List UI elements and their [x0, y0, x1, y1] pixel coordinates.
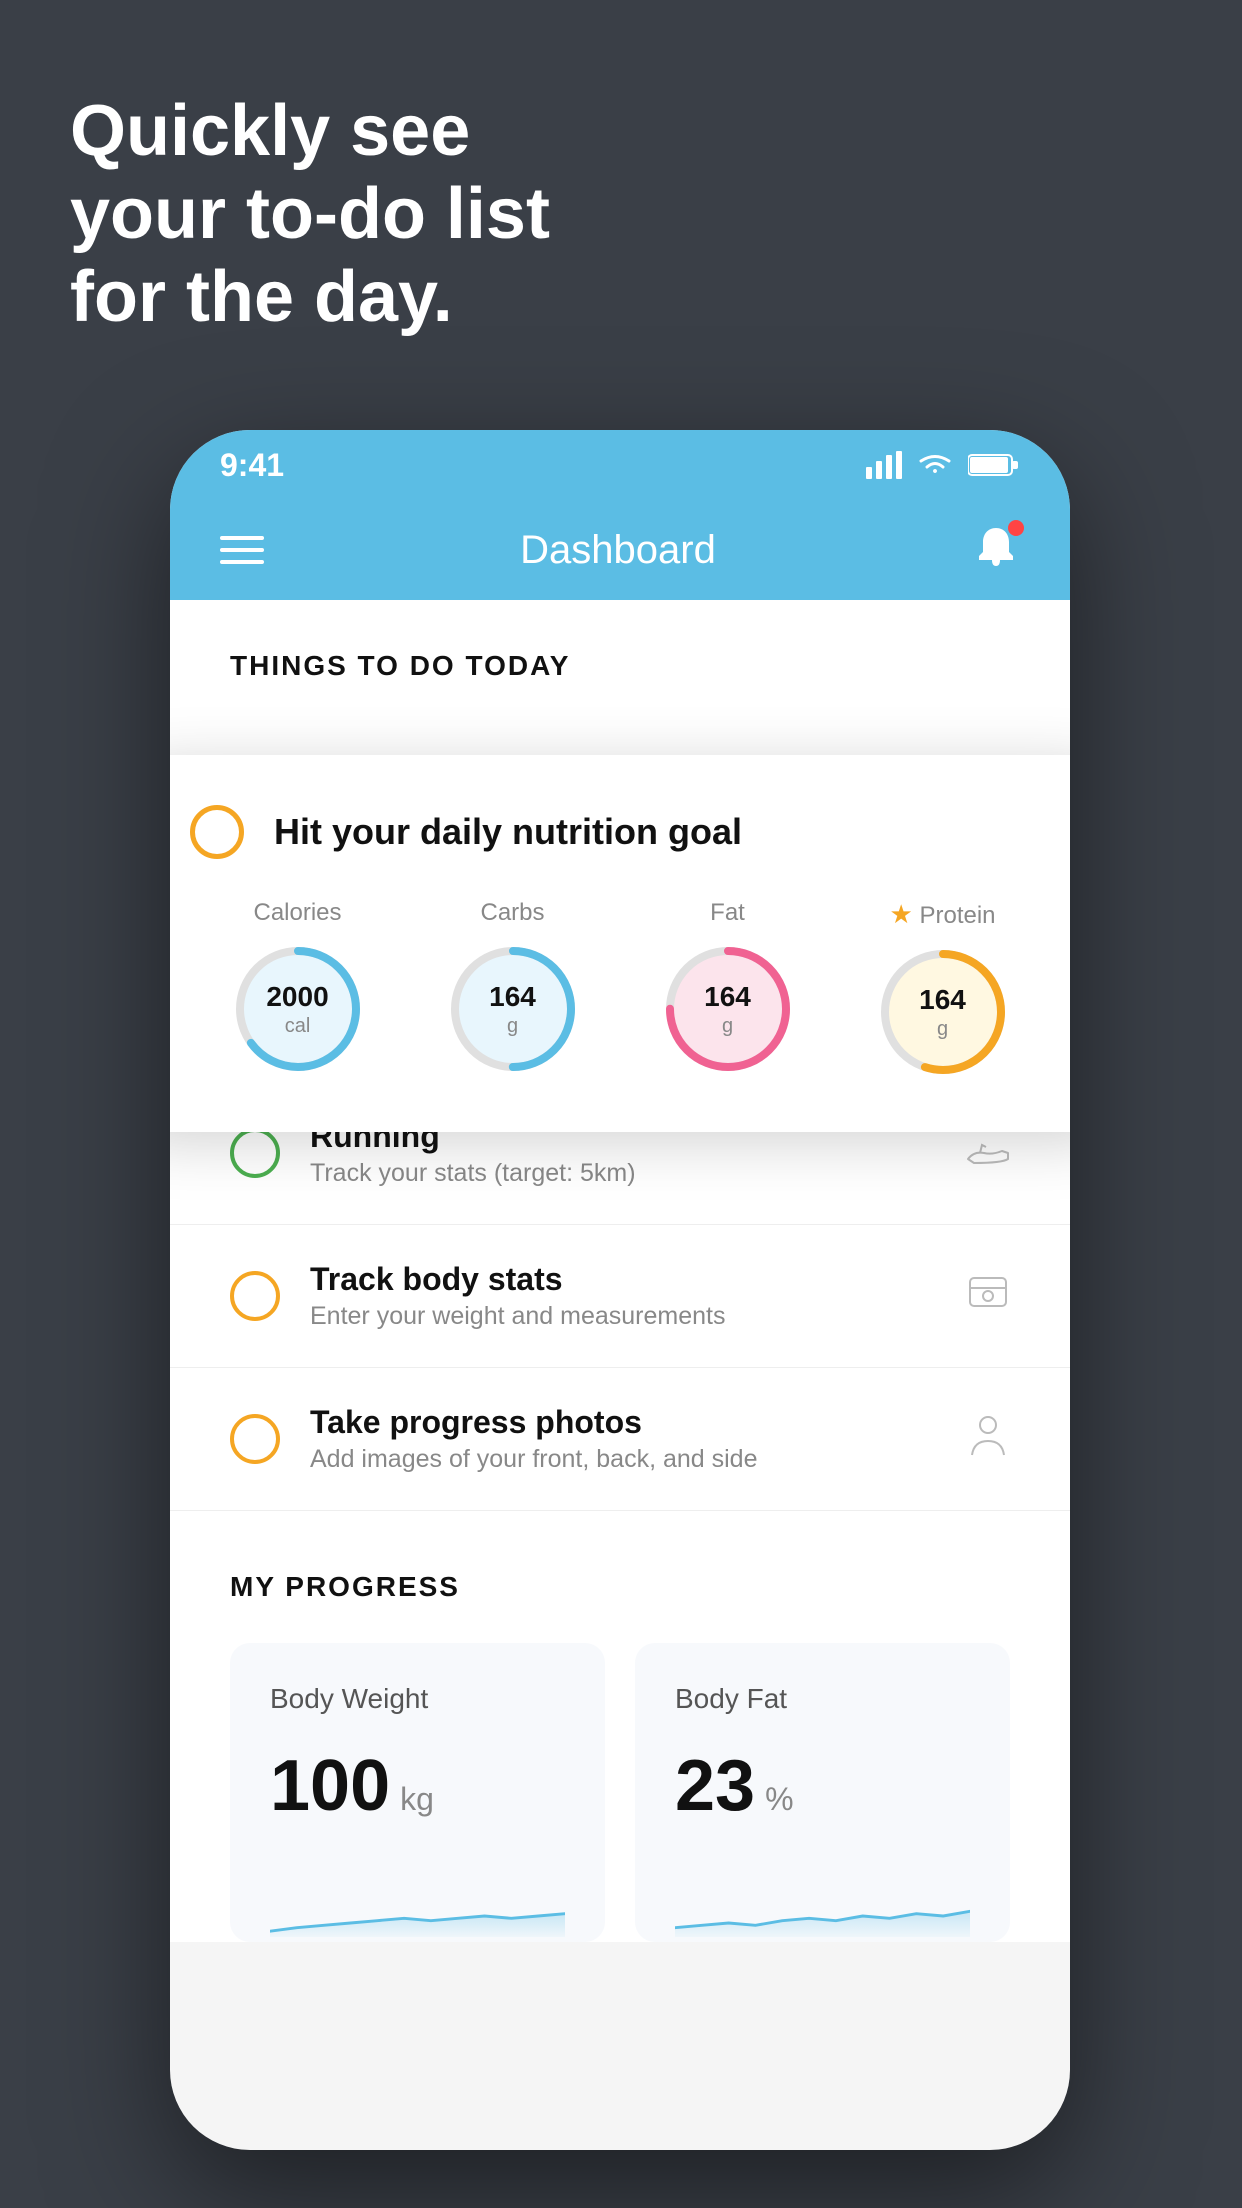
todo-item-subtitle: Enter your weight and measurements [310, 1302, 936, 1331]
progress-card-number: 23 [675, 1745, 755, 1827]
todo-item-subtitle: Add images of your front, back, and side [310, 1445, 936, 1474]
nutrition-label: Calories [253, 899, 341, 927]
todo-item-title: Track body stats [310, 1261, 936, 1298]
nutrition-label: Fat [710, 899, 745, 927]
todo-item-content: Take progress photos Add images of your … [310, 1404, 936, 1474]
star-icon: ★ [889, 899, 912, 929]
hamburger-menu[interactable] [220, 536, 264, 564]
todo-item-icon [966, 1270, 1010, 1323]
circle-value: 164 [704, 980, 751, 1014]
progress-card-unit: % [765, 1781, 793, 1818]
progress-card-title: Body Weight [270, 1683, 565, 1715]
circle-unit: g [704, 1014, 751, 1038]
phone-frame: 9:41 [170, 430, 1070, 2150]
circle-center: 164 g [489, 980, 536, 1038]
phone-body: THINGS TO DO TODAY Hit your daily nutrit… [170, 600, 1070, 2150]
circle-progress: 2000 cal [228, 939, 368, 1079]
nutrition-item-carbs: Carbs 164 g [443, 899, 583, 1079]
circle-center: 164 g [919, 983, 966, 1041]
todo-item[interactable]: Take progress photos Add images of your … [170, 1368, 1070, 1511]
nutrition-label: ★ Protein [889, 899, 995, 930]
circle-progress: 164 g [873, 942, 1013, 1082]
todo-item-content: Track body stats Enter your weight and m… [310, 1261, 936, 1331]
status-bar: 9:41 [170, 430, 1070, 500]
hero-text: Quickly see your to-do list for the day. [70, 90, 550, 338]
todo-item[interactable]: Track body stats Enter your weight and m… [170, 1225, 1070, 1368]
phone-inner: 9:41 [170, 430, 1070, 2150]
nav-bar: Dashboard [170, 500, 1070, 600]
todo-item-subtitle: Track your stats (target: 5km) [310, 1159, 936, 1188]
progress-section: MY PROGRESS Body Weight 100 kg Body Fat … [170, 1511, 1070, 1942]
nav-title: Dashboard [520, 528, 716, 573]
battery-icon [968, 452, 1020, 478]
circle-unit: g [919, 1017, 966, 1041]
progress-card-value: 23 % [675, 1745, 970, 1827]
circle-unit: g [489, 1014, 536, 1038]
progress-card[interactable]: Body Fat 23 % [635, 1643, 1010, 1942]
circle-value: 164 [489, 980, 536, 1014]
sparkline-chart [270, 1867, 565, 1937]
progress-title: MY PROGRESS [230, 1571, 1010, 1603]
nutrition-label: Carbs [480, 899, 544, 927]
things-to-do-header: THINGS TO DO TODAY [170, 600, 1070, 702]
circle-center: 164 g [704, 980, 751, 1038]
circle-value: 2000 [266, 980, 328, 1014]
circle-progress: 164 g [443, 939, 583, 1079]
progress-card[interactable]: Body Weight 100 kg [230, 1643, 605, 1942]
nutrition-checkbox[interactable] [190, 805, 244, 859]
progress-card-title: Body Fat [675, 1683, 970, 1715]
signal-icon [866, 451, 902, 479]
progress-card-number: 100 [270, 1745, 390, 1827]
nutrition-row: Calories 2000 cal Carbs 164 g Fat [190, 899, 1050, 1082]
circle-value: 164 [919, 983, 966, 1017]
status-icons [866, 451, 1020, 479]
nutrition-item-calories: Calories 2000 cal [228, 899, 368, 1079]
todo-item-title: Take progress photos [310, 1404, 936, 1441]
nutrition-card: Hit your daily nutrition goal Calories 2… [170, 755, 1070, 1132]
sparkline-chart [675, 1867, 970, 1937]
circle-progress: 164 g [658, 939, 798, 1079]
circle-center: 2000 cal [266, 980, 328, 1038]
progress-card-value: 100 kg [270, 1745, 565, 1827]
progress-card-unit: kg [400, 1781, 434, 1818]
notification-bell[interactable] [972, 524, 1020, 577]
todo-checkbox[interactable] [230, 1414, 280, 1464]
nutrition-item-protein: ★ Protein 164 g [873, 899, 1013, 1082]
todo-item-icon [966, 1131, 1010, 1176]
wifi-icon [916, 451, 954, 479]
card-header: Hit your daily nutrition goal [190, 805, 1050, 859]
nutrition-item-fat: Fat 164 g [658, 899, 798, 1079]
card-title: Hit your daily nutrition goal [274, 811, 742, 853]
todo-checkbox[interactable] [230, 1128, 280, 1178]
progress-cards: Body Weight 100 kg Body Fat 23 % [230, 1643, 1010, 1942]
circle-unit: cal [266, 1014, 328, 1038]
time: 9:41 [220, 447, 284, 484]
todo-item-icon [966, 1413, 1010, 1466]
todo-checkbox[interactable] [230, 1271, 280, 1321]
notification-dot [1008, 520, 1024, 536]
